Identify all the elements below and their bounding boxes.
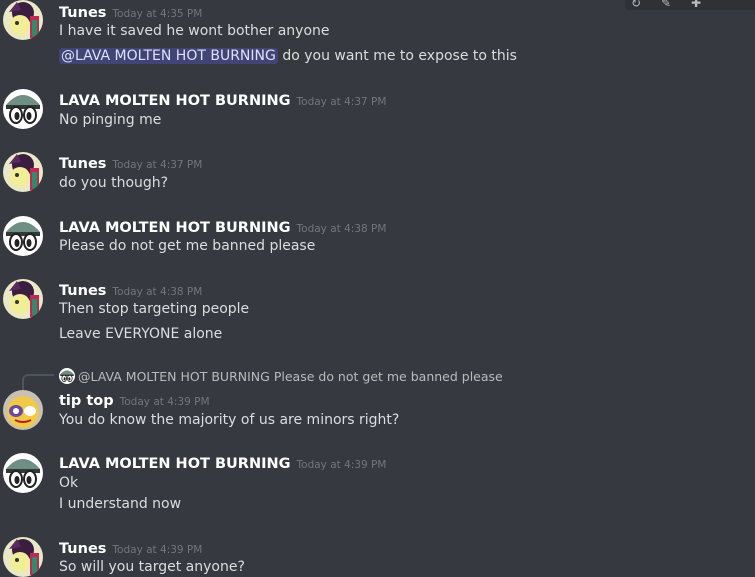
timestamp: Today at 4:39 PM <box>119 396 210 408</box>
timestamp: Today at 4:37 PM <box>112 159 203 171</box>
message-text: Leave EVERYONE alone <box>59 326 223 342</box>
avatar[interactable] <box>3 216 43 256</box>
timestamp: Today at 4:37 PM <box>296 96 387 108</box>
message-header: Tunes Today at 4:37 PM <box>59 153 202 172</box>
user-mention[interactable]: @LAVA MOLTEN HOT BURNING <box>59 48 278 64</box>
reply-username[interactable]: @LAVA MOLTEN HOT BURNING <box>78 369 270 384</box>
reaction-icon[interactable]: ↻ <box>631 0 645 10</box>
timestamp: Today at 4:39 PM <box>112 544 203 556</box>
timestamp: Today at 4:35 PM <box>112 8 203 20</box>
message-header: Tunes Today at 4:35 PM <box>59 2 202 21</box>
username[interactable]: Tunes <box>59 541 106 557</box>
message-header: LAVA MOLTEN HOT BURNING Today at 4:38 PM <box>59 217 386 236</box>
message-text: do you though? <box>59 175 169 191</box>
timestamp: Today at 4:38 PM <box>296 223 387 235</box>
username[interactable]: tip top <box>59 393 114 409</box>
username[interactable]: LAVA MOLTEN HOT BURNING <box>59 93 291 109</box>
username[interactable]: LAVA MOLTEN HOT BURNING <box>59 220 291 236</box>
message-text: You do know the majority of us are minor… <box>59 412 400 428</box>
timestamp: Today at 4:38 PM <box>112 286 203 298</box>
message-header: Tunes Today at 4:39 PM <box>59 538 202 557</box>
reply-preview[interactable]: @LAVA MOLTEN HOT BURNING Please do not g… <box>59 368 503 384</box>
message-text: Please do not get me banned please <box>59 238 316 254</box>
message-text: No pinging me <box>59 112 162 128</box>
edit-icon[interactable]: ✎ <box>661 0 675 10</box>
reply-text: Please do not get me banned please <box>273 368 503 384</box>
message-text-rest: do you want me to expose to this <box>282 48 517 64</box>
reply-avatar <box>59 368 75 384</box>
username[interactable]: LAVA MOLTEN HOT BURNING <box>59 456 291 472</box>
avatar[interactable] <box>3 89 43 129</box>
message-text: Ok <box>59 475 79 491</box>
avatar[interactable] <box>3 390 43 430</box>
message-text: @LAVA MOLTEN HOT BURNING do you want me … <box>59 48 517 64</box>
timestamp: Today at 4:39 PM <box>296 459 387 471</box>
message-header: Tunes Today at 4:38 PM <box>59 280 202 299</box>
message-header: tip top Today at 4:39 PM <box>59 390 210 409</box>
username[interactable]: Tunes <box>59 156 106 172</box>
avatar[interactable] <box>3 453 43 493</box>
avatar[interactable] <box>3 537 43 577</box>
avatar[interactable] <box>3 0 43 40</box>
message-header: LAVA MOLTEN HOT BURNING Today at 4:39 PM <box>59 453 386 472</box>
avatar[interactable] <box>3 279 43 319</box>
message-header: LAVA MOLTEN HOT BURNING Today at 4:37 PM <box>59 90 386 109</box>
message-text: I understand now <box>59 496 182 512</box>
thread-icon[interactable]: ✚ <box>691 0 705 10</box>
message-toolbar: ↻ ✎ ✚ <box>625 0 755 10</box>
avatar[interactable] <box>3 152 43 192</box>
message-text: I have it saved he wont bother anyone <box>59 23 330 39</box>
username[interactable]: Tunes <box>59 5 106 21</box>
reply-connector <box>22 374 54 390</box>
message-text: Then stop targeting people <box>59 301 250 317</box>
chat-message-list: ↻ ✎ ✚ Tunes Today at 4:35 PM I have it sa… <box>0 0 755 573</box>
username[interactable]: Tunes <box>59 283 106 299</box>
